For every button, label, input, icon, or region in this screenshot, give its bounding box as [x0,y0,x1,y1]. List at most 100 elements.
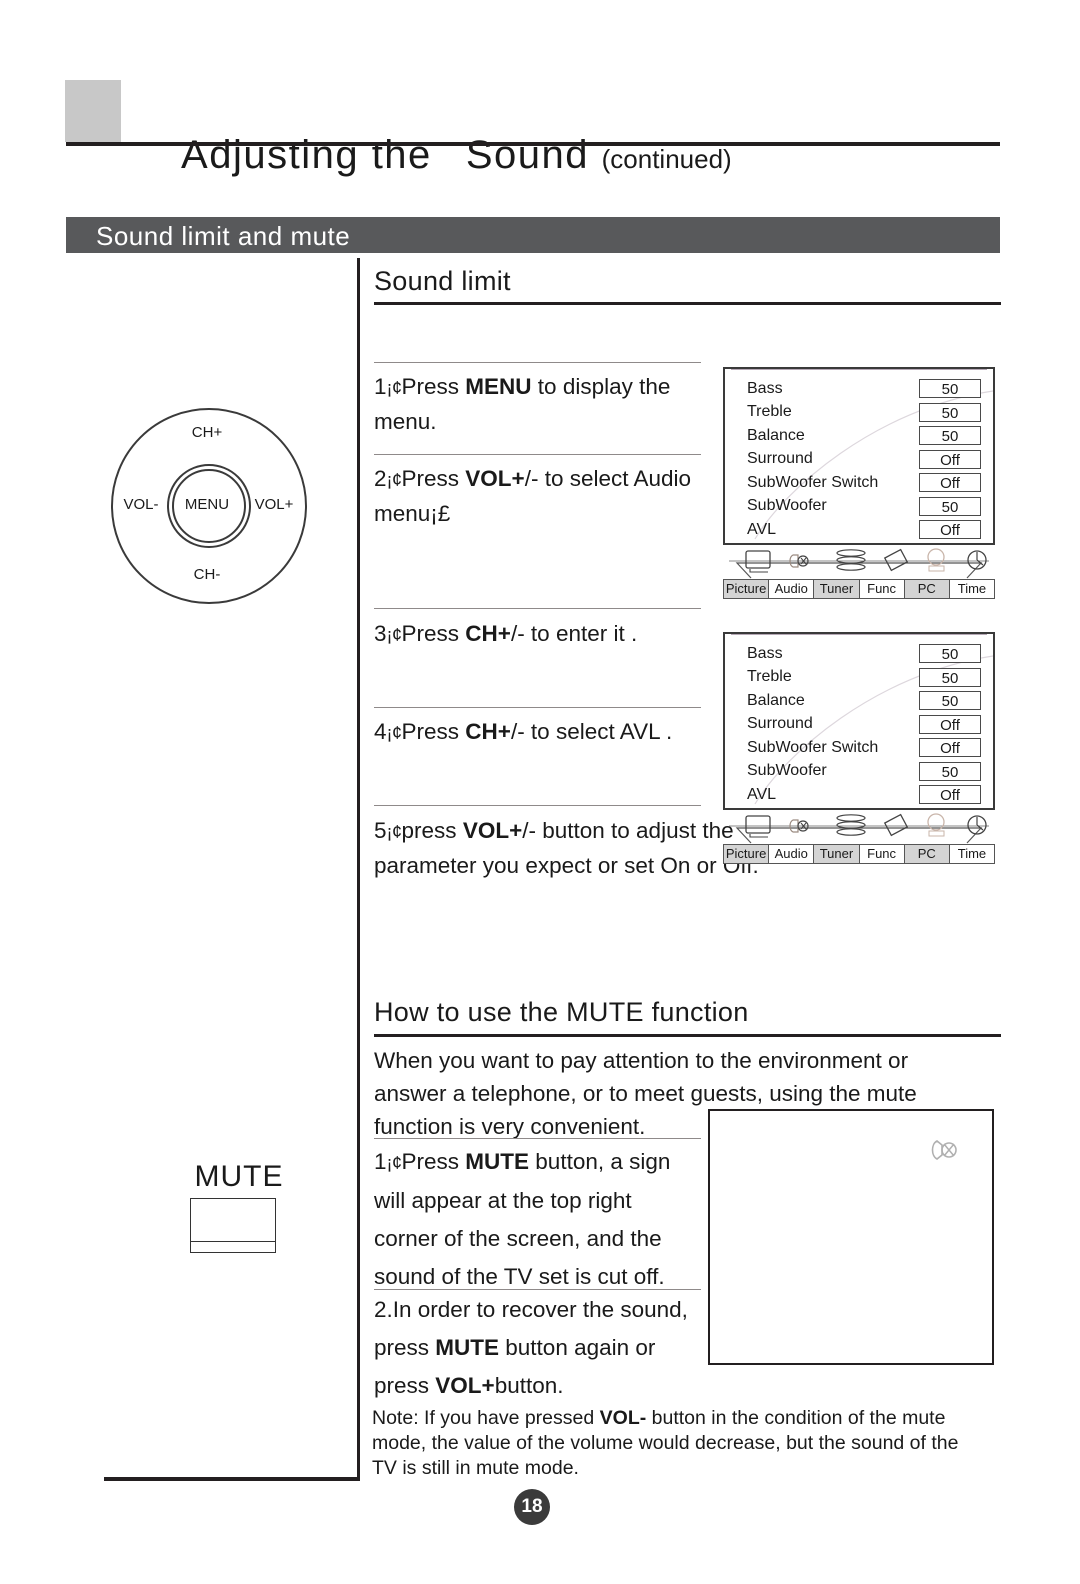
osd-tab-audio[interactable]: Audio [769,580,815,598]
mute-step-rule-1 [374,1138,701,1139]
control-pad-label-ch-plus: CH+ [191,424,223,441]
osd-row[interactable]: Surround Off [747,448,981,472]
osd-row-value[interactable]: 50 [919,496,981,516]
osd-row[interactable]: SubWoofer 50 [747,495,981,519]
osd-row-value[interactable]: Off [919,520,981,540]
osd-row[interactable]: Surround Off [747,713,981,737]
mute-step-1-number: 1 [374,1149,387,1174]
osd-tab-func[interactable]: Func [859,845,905,863]
step-rule-3 [374,608,701,609]
osd-row-value[interactable]: 50 [919,379,981,399]
osd-tab-pc[interactable]: PC [904,580,950,598]
step-5-separator: ¡¢ [386,822,403,842]
osd-tab-picture[interactable]: Picture [724,845,770,863]
section-band-label: Sound limit and mute [96,221,351,251]
osd-row-label: SubWoofer Switch [747,738,879,756]
control-pad-label-vol-minus: VOL- [123,496,159,513]
osd-row-value[interactable]: 50 [919,426,981,446]
step-3-pre: Press [401,621,466,646]
osd-tab-tuner[interactable]: Tuner [814,580,860,598]
osd-row-label: Bass [747,379,783,397]
osd-row-value[interactable]: 50 [919,644,981,664]
osd-tab-pc[interactable]: PC [904,845,950,863]
mute-button-body [190,1198,276,1242]
computer-icon [927,813,945,837]
osd-row-label: Bass [747,644,783,662]
osd-tab-audio[interactable]: Audio [769,845,815,863]
mute-button-strip [190,1242,276,1253]
step-rule-5 [374,805,701,806]
osd-row-value[interactable]: 50 [919,761,981,781]
osd-row-label: SubWoofer [747,497,827,515]
osd-tab-picture[interactable]: Picture [724,580,770,598]
stack-icon [836,549,866,571]
computer-icon [927,548,945,572]
step-4-number: 4 [374,719,387,744]
sound-limit-step-2: 2¡¢Press VOL+/- to select Audio menu¡£ [374,462,704,530]
mute-tv-screen-illustration [708,1109,994,1365]
osd-row-value[interactable]: Off [919,785,981,805]
osd-row-value[interactable]: Off [919,449,981,469]
step-4-post: /- to select AVL . [510,719,673,744]
page-number-badge: 18 [514,1489,550,1525]
osd-row-label: Balance [747,426,805,444]
step-2-key: VOL+ [465,466,525,491]
sound-limit-step-4: 4¡¢Press CH+/- to select AVL . [374,715,704,750]
note-block: Note: If you have pressed VOL- button in… [372,1406,972,1481]
osd-row[interactable]: Balance 50 [747,424,981,448]
osd-tab-func[interactable]: Func [859,580,905,598]
osd-row[interactable]: SubWoofer 50 [747,760,981,784]
mute-step-1-separator: ¡¢ [386,1153,403,1173]
osd-row[interactable]: AVL Off [747,518,981,542]
osd-row-list-2: Bass 50 Treble 50 Balance 50 Surround Off Su… [725,634,993,807]
control-pad-label-menu: MENU [184,496,230,513]
mute-button-diagram: MUTE [174,1160,304,1253]
osd-row-value[interactable]: 50 [919,402,981,422]
mute-heading-rule [374,1034,1001,1037]
osd-row[interactable]: AVL Off [747,783,981,807]
mute-heading: How to use the MUTE function [374,997,749,1027]
step-2-separator: ¡¢ [386,470,403,490]
osd-tab-bar-1: Picture Audio Tuner Func PC Time [723,579,996,599]
step-rule-2 [374,454,701,455]
column-divider [357,258,360,1480]
osd-icon-bar-1 [723,545,995,579]
step-rule-1 [374,362,701,363]
osd-row[interactable]: Bass 50 [747,642,981,666]
page-title: Adjusting the Sound (continued) [158,88,732,178]
sound-limit-step-5: 5¡¢press VOL+/- button to adjust the par… [374,814,764,882]
osd-row[interactable]: SubWoofer Switch Off [747,736,981,760]
osd-tab-icons-1 [729,548,989,579]
step-1-separator: ¡¢ [386,378,403,398]
sound-limit-step-3: 3¡¢Press CH+/- to enter it . [374,617,714,652]
osd-tab-tuner[interactable]: Tuner [814,845,860,863]
osd-row-value[interactable]: 50 [919,667,981,687]
step-4-pre: Press [401,719,466,744]
osd-row[interactable]: Treble 50 [747,666,981,690]
tv-control-pad-diagram: CH+ VOL- MENU VOL+ CH- [111,408,307,604]
sound-limit-step-1: 1¡¢Press MENU to display the menu. [374,370,704,438]
osd-row[interactable]: Balance 50 [747,689,981,713]
header-decoration-square [65,80,121,142]
osd-tab-icons-2 [729,813,989,844]
mute-step-2-key2: VOL+ [435,1373,495,1398]
step-4-key: CH+ [465,719,511,744]
mute-step-2-key: MUTE [435,1335,500,1360]
mute-step-1-pre: Press [401,1149,466,1174]
osd-row-value[interactable]: Off [919,714,981,734]
mute-step-2-number: 2. [374,1297,393,1322]
osd-row-value[interactable]: Off [919,738,981,758]
page-title-continued: (continued) [601,144,732,174]
mute-step-2: 2.In order to recover the sound, press M… [374,1291,704,1405]
osd-tab-time[interactable]: Time [949,845,996,863]
osd-row[interactable]: SubWoofer Switch Off [747,471,981,495]
osd-row-value[interactable]: 50 [919,691,981,711]
mute-speaker-icon [931,1140,957,1160]
step-5-number: 5 [374,818,387,843]
osd-row[interactable]: Bass 50 [747,377,981,401]
osd-row-value[interactable]: Off [919,473,981,493]
bottom-rule [104,1477,360,1481]
osd-row[interactable]: Treble 50 [747,401,981,425]
step-2-number: 2 [374,466,387,491]
osd-tab-time[interactable]: Time [949,580,996,598]
